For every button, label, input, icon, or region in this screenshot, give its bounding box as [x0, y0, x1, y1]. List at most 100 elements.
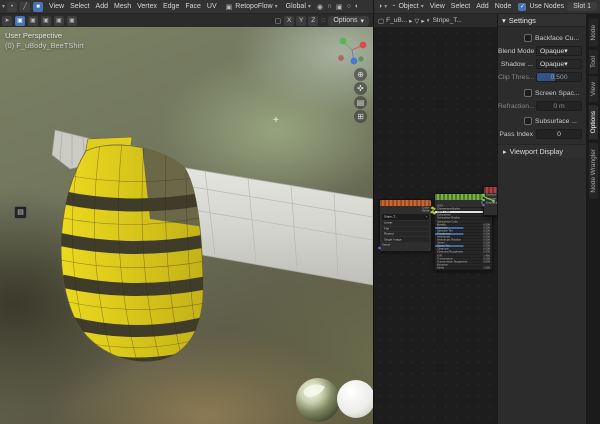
breadcrumb-object[interactable]: F_uB... [386, 17, 407, 24]
clip-threshold-slider[interactable]: 0.500 [536, 72, 582, 82]
viewport-menu-item[interactable]: Vertex [134, 3, 160, 10]
shader-menu-item[interactable]: View [427, 3, 448, 10]
socket-label: Metallic [437, 223, 446, 226]
gizmo-x-axis[interactable] [360, 42, 367, 49]
node-input-row[interactable]: Displacement [484, 201, 497, 205]
zoom-button[interactable]: ⊕ [354, 68, 367, 81]
breadcrumb-material[interactable]: Stripe_T... [433, 17, 462, 24]
proportional-editing-icon[interactable]: ○ [346, 3, 352, 10]
settings-title: Settings [509, 16, 536, 25]
viewport-menubar: ViewSelectAddMeshVertexEdgeFaceUV [46, 3, 220, 10]
cursor-tool-icon[interactable]: ➤ [2, 16, 12, 26]
tool-button-3[interactable]: ▣ [41, 16, 51, 26]
viewport-menu-item[interactable]: UV [204, 3, 220, 10]
vertex-select-mode-icon[interactable]: • [7, 2, 17, 12]
refraction-depth-row: Refraction... 0 m [498, 100, 582, 112]
tool-button-2[interactable]: ▣ [28, 16, 38, 26]
use-nodes-checkbox[interactable]: ✓ [518, 3, 526, 11]
subsurface-label: Subsurface ... [535, 118, 577, 125]
tool-button-5[interactable]: ▣ [67, 16, 77, 26]
input-socket-label: Displacement [486, 202, 497, 205]
material-output-node[interactable]: Surface Volume Displacement [483, 186, 497, 216]
socket-label: Subsurface Radius [437, 217, 460, 220]
node-output-row[interactable]: Alpha [380, 210, 431, 214]
mode-dropdown-icon[interactable]: ▾ [2, 3, 5, 10]
viewport-menu-item[interactable]: Add [93, 3, 111, 10]
face-select-mode-icon[interactable]: ■ [33, 2, 43, 12]
unlink-image-icon[interactable]: × [426, 216, 428, 219]
sidebar-tab[interactable]: Tool [589, 50, 598, 74]
camera-view-button[interactable]: ▤ [354, 96, 367, 109]
proportional-circle-icon[interactable]: ◌ [320, 17, 326, 24]
subsurface-translucency-checkbox[interactable] [524, 117, 532, 125]
material-settings-panel: ▾ Settings Backface Cu... Blend Mode Opa… [497, 14, 586, 424]
gizmo-y-axis[interactable] [340, 38, 347, 45]
edge-select-mode-icon[interactable]: ╱ [20, 2, 30, 12]
shadow-mode-dropdown[interactable]: Opaque ▾ [536, 59, 582, 69]
gizmo-z-axis[interactable] [351, 58, 358, 65]
image-node-option-dropdown[interactable]: Repeat [382, 232, 429, 236]
settings-panel-header[interactable]: ▾ Settings [498, 14, 586, 27]
node-input-row[interactable]: Vector [380, 243, 431, 247]
gizmo-neg-y-axis[interactable] [358, 56, 363, 61]
white-sphere[interactable] [337, 380, 373, 418]
scene-meshes[interactable] [0, 27, 373, 424]
editor-type-icon[interactable]: ◑ [377, 3, 383, 10]
sidebar-tab[interactable]: Node Wrangler [589, 143, 598, 199]
shader-menu-item[interactable]: Node [492, 3, 515, 10]
snap-target-icon[interactable]: ▣ [335, 3, 344, 11]
shadow-mode-row: Shadow ... Opaque ▾ [498, 58, 582, 70]
axis-z-button[interactable]: Z [308, 16, 318, 26]
blend-mode-row: Blend Mode Opaque ▾ [498, 45, 582, 57]
material-slot-button[interactable]: Slot 1 [567, 2, 597, 11]
node-socket-row[interactable]: Alpha 1.000 [435, 267, 492, 270]
perspective-toggle-button[interactable]: ⊞ [354, 110, 367, 123]
viewport-menu-item[interactable]: Edge [160, 3, 182, 10]
node-editor-canvas[interactable]: Color Alpha Stripe_T... × Linear Flat Re… [373, 27, 497, 424]
viewport-canvas[interactable]: User Perspective (0) F_uBody_BeeTShirt ⊕… [0, 27, 373, 424]
options-dropdown-button[interactable]: Options ▾ [328, 16, 369, 26]
shader-breadcrumb: ▢ F_uB... ▸ ▽ ▸ ◐ Stripe_T... [373, 14, 497, 27]
sidebar-tab[interactable]: View [589, 76, 598, 102]
viewport-display-panel-header[interactable]: ▸ Viewport Display [498, 144, 586, 157]
clip-threshold-row: Clip Thres... 0.500 [498, 71, 582, 83]
retopoflow-menu[interactable]: ▣ RetopoFlow ▾ [222, 3, 281, 11]
pan-hand-button[interactable]: ✜ [354, 82, 367, 95]
output-socket-label: Alpha [421, 210, 429, 213]
viewport-menu-item[interactable]: Face [182, 3, 204, 10]
refraction-depth-field[interactable]: 0 m [536, 101, 582, 111]
blend-mode-dropdown[interactable]: Opaque ▾ [536, 46, 582, 56]
image-name-field[interactable]: Stripe_T... × [382, 214, 429, 220]
screen-space-refraction-checkbox[interactable] [524, 89, 532, 97]
shader-menu-item[interactable]: Select [448, 3, 473, 10]
axis-x-button[interactable]: X [284, 16, 294, 26]
transform-orientation-dropdown[interactable]: Global ▾ [283, 3, 314, 10]
snap-magnet-icon[interactable]: ∩ [326, 3, 333, 10]
sidebar-tab[interactable]: Options [589, 105, 598, 139]
socket-label: Specular [437, 226, 448, 229]
sidebar-tab[interactable]: Node [589, 19, 598, 47]
gizmo-neg-x-axis[interactable] [338, 55, 343, 60]
image-node-option-dropdown[interactable]: Linear [382, 221, 429, 225]
pivot-point-icon[interactable]: ◉ [316, 3, 324, 11]
backface-culling-checkbox[interactable] [524, 34, 532, 42]
tool-button-1[interactable]: ▣ [15, 16, 25, 26]
mirror-box-icon[interactable]: ▢ [274, 17, 283, 25]
option-value: Linear [384, 222, 392, 225]
viewport-menu-item[interactable]: View [46, 3, 67, 10]
image-texture-node[interactable]: Color Alpha Stripe_T... × Linear Flat Re… [379, 199, 432, 252]
viewport-floating-button[interactable]: ▤ [14, 206, 27, 219]
viewport-menu-item[interactable]: Select [67, 3, 92, 10]
shader-type-dropdown[interactable]: ◔ Object ▾ [388, 3, 425, 10]
pass-index-field[interactable]: 0 [536, 129, 582, 139]
axis-y-button[interactable]: Y [296, 16, 306, 26]
mouse-crosshair-cursor: + [273, 115, 279, 126]
navigation-gizmo[interactable] [335, 33, 369, 67]
image-node-option-dropdown[interactable]: Flat [382, 227, 429, 231]
image-node-option-dropdown[interactable]: Single Image [382, 237, 429, 241]
chevron-down-icon: ▾ [308, 3, 311, 10]
tool-button-4[interactable]: ▣ [54, 16, 64, 26]
viewport-menu-item[interactable]: Mesh [111, 3, 134, 10]
proportional-falloff-icon[interactable]: ◐ [354, 3, 360, 10]
shader-menu-item[interactable]: Add [473, 3, 491, 10]
